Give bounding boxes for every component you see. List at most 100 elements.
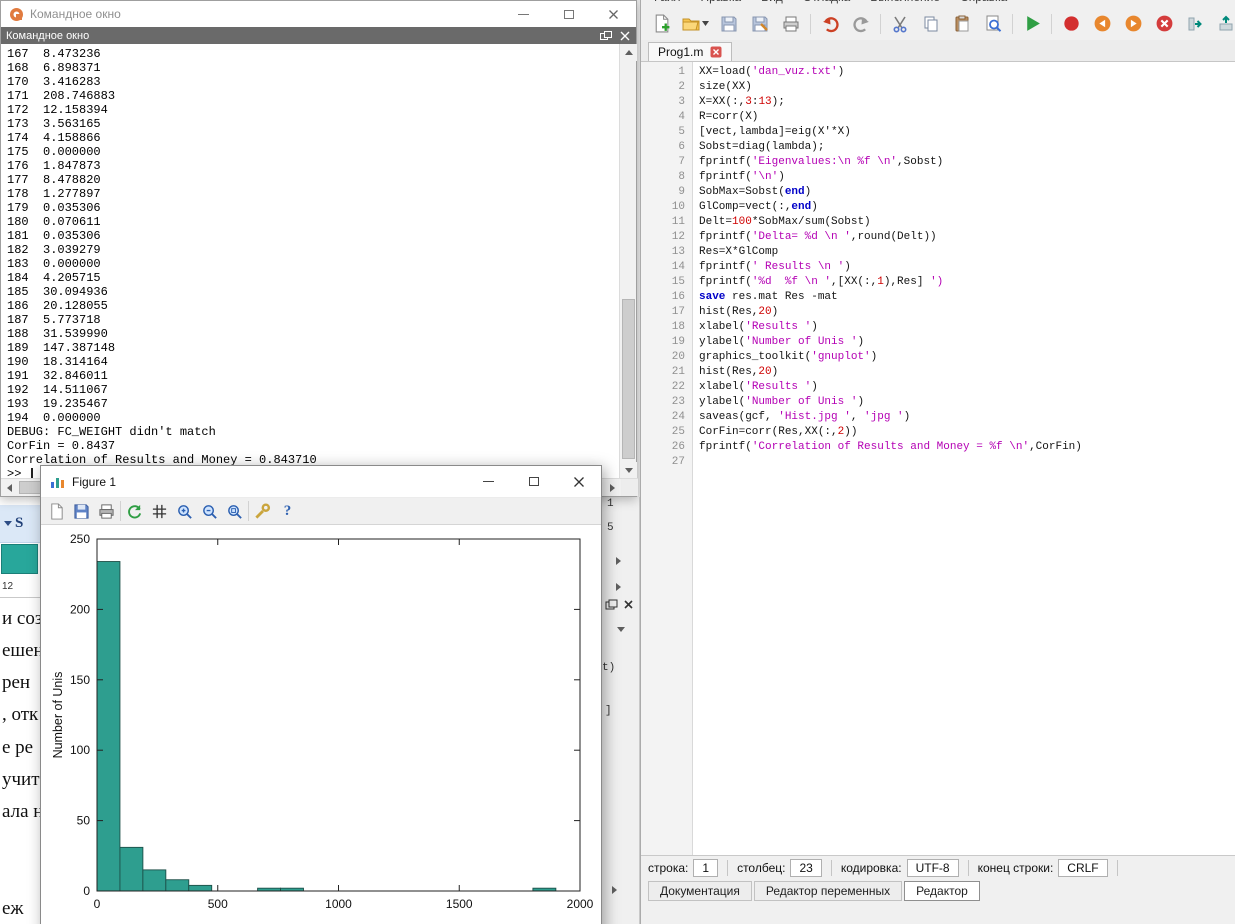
open-file-button[interactable] — [680, 12, 710, 36]
close-tab-icon[interactable] — [710, 46, 722, 58]
code-editor[interactable]: 1234567891011121314151617181920212223242… — [641, 62, 1235, 855]
undock-icon[interactable] — [600, 31, 612, 41]
editor-code[interactable]: XX=load('dan_vuz.txt')size(XX)X=XX(:,3:1… — [693, 62, 1235, 855]
minimize-button[interactable] — [501, 1, 546, 27]
previous-breakpoint-button[interactable] — [1090, 12, 1114, 36]
maximize-button[interactable] — [546, 1, 591, 27]
tab-prog1[interactable]: Prog1.m — [648, 42, 732, 61]
scroll-right-icon[interactable] — [612, 886, 617, 894]
editor-toolbar — [641, 7, 1235, 40]
histogram-bar — [120, 847, 143, 891]
remove-all-breakpoints-button[interactable] — [1152, 12, 1176, 36]
step-out-icon — [1217, 15, 1235, 33]
menu-item[interactable]: Отладка — [793, 0, 860, 6]
figure-window: Figure 1 ? 05001000150020000501001502002… — [40, 465, 602, 924]
close-pane-icon[interactable] — [623, 599, 634, 610]
x-tick-label: 2000 — [567, 897, 594, 911]
toggle-breakpoint-button[interactable] — [1059, 12, 1083, 36]
undo-button[interactable] — [818, 12, 842, 36]
save-figure-button[interactable] — [70, 500, 93, 523]
close-pane-icon[interactable] — [620, 31, 630, 41]
new-figure-icon — [48, 503, 65, 520]
step-out-button[interactable] — [1214, 12, 1235, 36]
line-number: 25 — [641, 425, 685, 440]
line-number: 21 — [641, 365, 685, 380]
scroll-left-button[interactable] — [1, 479, 18, 496]
minimize-icon — [483, 481, 494, 482]
new-script-button[interactable] — [649, 12, 673, 36]
bottom-tab[interactable]: Редактор переменных — [754, 881, 902, 901]
histogram-bar — [166, 880, 189, 891]
close-button[interactable] — [591, 1, 636, 27]
menu-item[interactable]: Вид — [751, 0, 793, 6]
redo-button[interactable] — [849, 12, 873, 36]
scroll-down-button[interactable] — [620, 462, 637, 479]
minimize-button[interactable] — [466, 466, 511, 497]
next-breakpoint-button[interactable] — [1121, 12, 1145, 36]
menu-item[interactable]: Справка — [950, 0, 1017, 6]
undock-pane-icon[interactable] — [605, 599, 618, 610]
bottom-tab[interactable]: Редактор — [904, 881, 980, 901]
scroll-down-icon[interactable] — [617, 627, 625, 632]
refresh-button[interactable] — [123, 500, 146, 523]
console-line: 192 14.511067 — [7, 383, 619, 397]
wrench-icon — [254, 503, 271, 520]
console-line: 176 1.847873 — [7, 159, 619, 173]
find-button[interactable] — [981, 12, 1005, 36]
command-window-dock-header[interactable]: Командное окно — [1, 27, 636, 44]
code-line: ylabel('Number of Unis ') — [699, 335, 1235, 350]
help-button[interactable]: ? — [276, 500, 299, 523]
cut-icon — [891, 15, 909, 33]
y-axis-label: Number of Unis — [51, 672, 65, 759]
paste-button[interactable] — [950, 12, 974, 36]
console-line: 189 147.387148 — [7, 341, 619, 355]
run-button[interactable] — [1020, 12, 1044, 36]
line-number: 8 — [641, 170, 685, 185]
scrollbar-corner — [621, 479, 638, 496]
code-line: X=XX(:,3:13); — [699, 95, 1235, 110]
code-line: fprintf('Eigenvalues:\n %f \n',Sobst) — [699, 155, 1235, 170]
scroll-up-button[interactable] — [620, 44, 637, 61]
vertical-scrollbar[interactable] — [619, 44, 636, 479]
line-number: 7 — [641, 155, 685, 170]
zoom-fit-button[interactable] — [223, 500, 246, 523]
breakpoint-icon — [1062, 14, 1081, 33]
code-line: CorFin=corr(Res,XX(:,2)) — [699, 425, 1235, 440]
save-as-button[interactable] — [748, 12, 772, 36]
menu-item[interactable]: Выполнение — [860, 0, 950, 6]
zoom-out-button[interactable] — [198, 500, 221, 523]
status-separator — [1117, 860, 1118, 876]
menu-bar: ФайлПравкаВидОтладкаВыполнениеСправка — [641, 0, 1235, 7]
maximize-button[interactable] — [511, 466, 556, 497]
x-tick-label: 1500 — [446, 897, 473, 911]
scroll-right-button[interactable] — [604, 479, 621, 496]
code-line: Sobst=diag(lambda); — [699, 140, 1235, 155]
print-button[interactable] — [779, 12, 803, 36]
menu-item[interactable]: Правка — [691, 0, 752, 6]
close-button[interactable] — [556, 466, 601, 497]
print-figure-button[interactable] — [95, 500, 118, 523]
settings-button[interactable] — [251, 500, 274, 523]
code-line: [vect,lambda]=eig(X'*X) — [699, 125, 1235, 140]
console[interactable]: 167 8.473236168 6.898371170 3.416283171 … — [2, 45, 619, 479]
grid-toggle-button[interactable] — [148, 500, 171, 523]
menu-item[interactable]: Файл — [641, 0, 691, 6]
save-button[interactable] — [717, 12, 741, 36]
bottom-tab[interactable]: Документация — [648, 881, 752, 901]
line-number: 19 — [641, 335, 685, 350]
console-line: 185 30.094936 — [7, 285, 619, 299]
scroll-right-icon[interactable] — [616, 557, 621, 565]
copy-button[interactable] — [919, 12, 943, 36]
new-figure-button[interactable] — [45, 500, 68, 523]
step-button[interactable] — [1183, 12, 1207, 36]
line-number: 16 — [641, 290, 685, 305]
refresh-icon — [126, 503, 143, 520]
cut-button[interactable] — [888, 12, 912, 36]
zoom-in-button[interactable] — [173, 500, 196, 523]
document-text-fragment: е ре — [2, 737, 33, 759]
line-number: 11 — [641, 215, 685, 230]
scroll-right-icon[interactable] — [616, 583, 621, 591]
status-value: 1 — [693, 859, 718, 877]
scrollbar-thumb[interactable] — [622, 299, 635, 459]
code-line: graphics_toolkit('gnuplot') — [699, 350, 1235, 365]
